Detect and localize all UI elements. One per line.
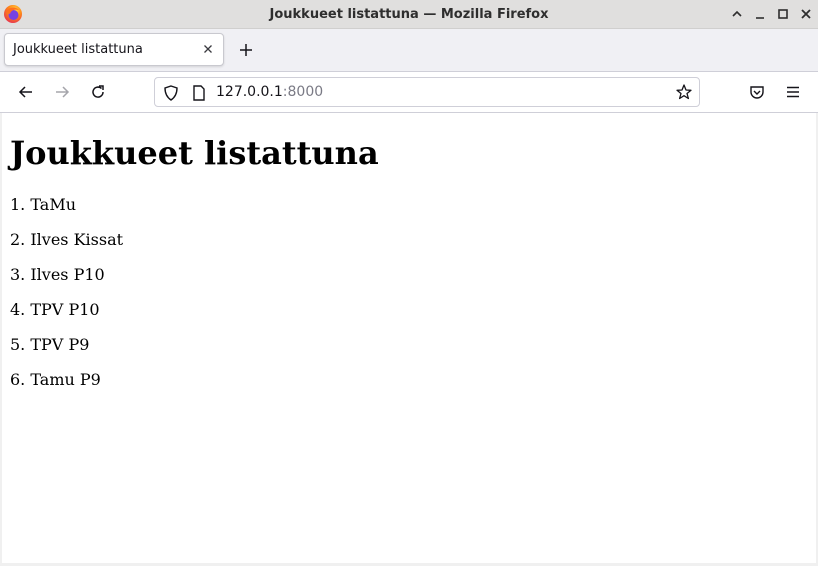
- page-icon[interactable]: [191, 84, 207, 102]
- hamburger-menu-icon[interactable]: [783, 82, 803, 102]
- list-item-name: Ilves Kissat: [30, 230, 124, 249]
- list-item-name: TPV P10: [30, 300, 100, 319]
- list-item-name: Ilves P10: [30, 265, 105, 284]
- url-text[interactable]: 127.0.0.1:8000: [216, 78, 323, 106]
- new-tab-icon[interactable]: [236, 40, 256, 60]
- page-heading: Joukkueet listattuna: [10, 134, 379, 172]
- url-port: :8000: [282, 84, 324, 100]
- star-icon[interactable]: [675, 83, 693, 101]
- list-item: 2. Ilves Kissat: [10, 222, 123, 257]
- pocket-icon[interactable]: [747, 82, 767, 102]
- page-content: Joukkueet listattuna 1. TaMu 2. Ilves Ki…: [0, 113, 818, 566]
- list-item-name: Tamu P9: [30, 370, 101, 389]
- list-item: 1. TaMu: [10, 187, 123, 222]
- list-item-name: TaMu: [30, 195, 77, 214]
- navigation-bar: 127.0.0.1:8000: [0, 71, 818, 113]
- list-item-number: 2.: [10, 230, 26, 249]
- url-bar[interactable]: 127.0.0.1:8000: [154, 77, 700, 107]
- maximize-icon[interactable]: [774, 5, 792, 23]
- list-item: 3. Ilves P10: [10, 257, 123, 292]
- list-item-name: TPV P9: [30, 335, 90, 354]
- arrow-right-icon[interactable]: [52, 82, 72, 102]
- minimize-icon[interactable]: [728, 5, 746, 23]
- list-item-number: 3.: [10, 265, 26, 284]
- close-icon[interactable]: [797, 5, 815, 23]
- list-item-number: 5.: [10, 335, 26, 354]
- shield-icon[interactable]: [162, 84, 180, 102]
- team-list: 1. TaMu 2. Ilves Kissat 3. Ilves P10 4. …: [10, 187, 123, 397]
- tab-joukkueet[interactable]: Joukkueet listattuna: [4, 33, 224, 66]
- list-item-number: 1.: [10, 195, 26, 214]
- tab-strip: Joukkueet listattuna: [0, 29, 818, 71]
- list-item: 4. TPV P10: [10, 292, 123, 327]
- window-title: Joukkueet listattuna — Mozilla Firefox: [269, 7, 549, 22]
- list-item-number: 6.: [10, 370, 26, 389]
- list-item: 5. TPV P9: [10, 327, 123, 362]
- arrow-left-icon[interactable]: [16, 82, 36, 102]
- tab-close-icon[interactable]: [201, 42, 215, 56]
- reload-icon[interactable]: [88, 82, 108, 102]
- list-item: 6. Tamu P9: [10, 362, 123, 397]
- list-item-number: 4.: [10, 300, 26, 319]
- minimize-button-icon[interactable]: [751, 5, 769, 23]
- tab-label: Joukkueet listattuna: [13, 42, 143, 57]
- window-titlebar: Joukkueet listattuna — Mozilla Firefox: [0, 0, 818, 29]
- url-host: 127.0.0.1: [216, 84, 283, 100]
